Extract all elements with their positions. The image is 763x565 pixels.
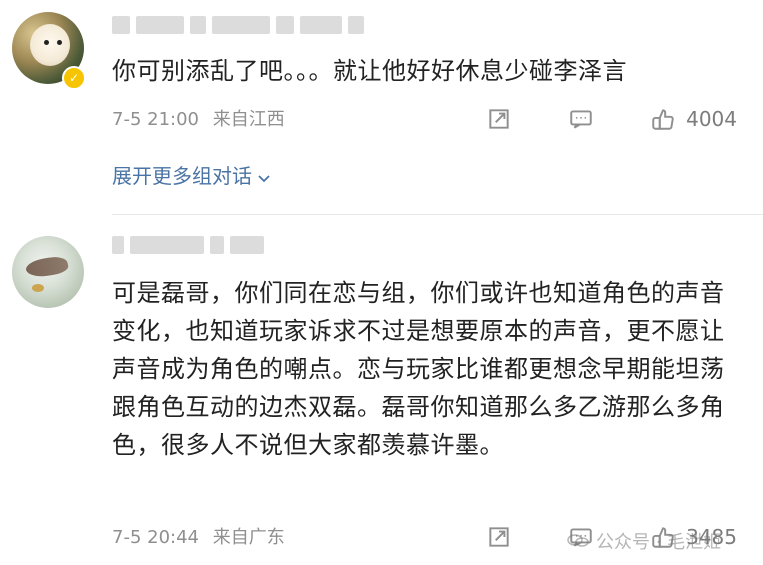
expand-thread-link[interactable]: 展开更多组对话 xyxy=(112,160,272,189)
comment-text: 可是磊哥，你们同在恋与组，你们或许也知道角色的声音变化，也知道玩家诉求不过是想要… xyxy=(112,279,725,459)
comment-icon[interactable] xyxy=(568,524,594,550)
like-icon xyxy=(650,524,676,550)
comment-actions: 4004 xyxy=(486,106,737,132)
comment-location: 来自广东 xyxy=(212,527,285,548)
fox-avatar-image xyxy=(24,253,70,281)
dog-avatar-image xyxy=(30,24,70,66)
avatar-accent xyxy=(32,284,44,292)
like-count: 4004 xyxy=(686,107,737,131)
share-icon[interactable] xyxy=(486,106,512,132)
avatar[interactable] xyxy=(12,236,84,308)
comment-meta: 7-5 20:44 来自广东 xyxy=(112,526,285,550)
username-redacted xyxy=(112,16,364,34)
username-redacted xyxy=(112,236,264,254)
like-button[interactable]: 3485 xyxy=(650,524,737,550)
comment-actions: 3485 xyxy=(486,524,737,550)
comment-location: 来自江西 xyxy=(212,109,285,130)
like-button[interactable]: 4004 xyxy=(650,106,737,132)
comment-text: 你可别添乱了吧。。。就让他好好休息少碰李泽言 xyxy=(112,57,627,85)
comment-icon[interactable] xyxy=(568,106,594,132)
share-icon[interactable] xyxy=(486,524,512,550)
comment-divider xyxy=(112,214,763,215)
avatar-eye-left xyxy=(44,40,49,45)
verified-badge-icon: ✓ xyxy=(62,66,86,90)
expand-thread-text: 展开更多组对话 xyxy=(112,164,252,188)
chevron-down-icon xyxy=(256,167,272,183)
comment-meta: 7-5 21:00 来自江西 xyxy=(112,108,285,132)
comment-time: 7-5 21:00 xyxy=(112,109,199,130)
like-icon xyxy=(650,106,676,132)
avatar-eye-right xyxy=(57,40,62,45)
like-count: 3485 xyxy=(686,525,737,549)
comment-time: 7-5 20:44 xyxy=(112,527,199,548)
